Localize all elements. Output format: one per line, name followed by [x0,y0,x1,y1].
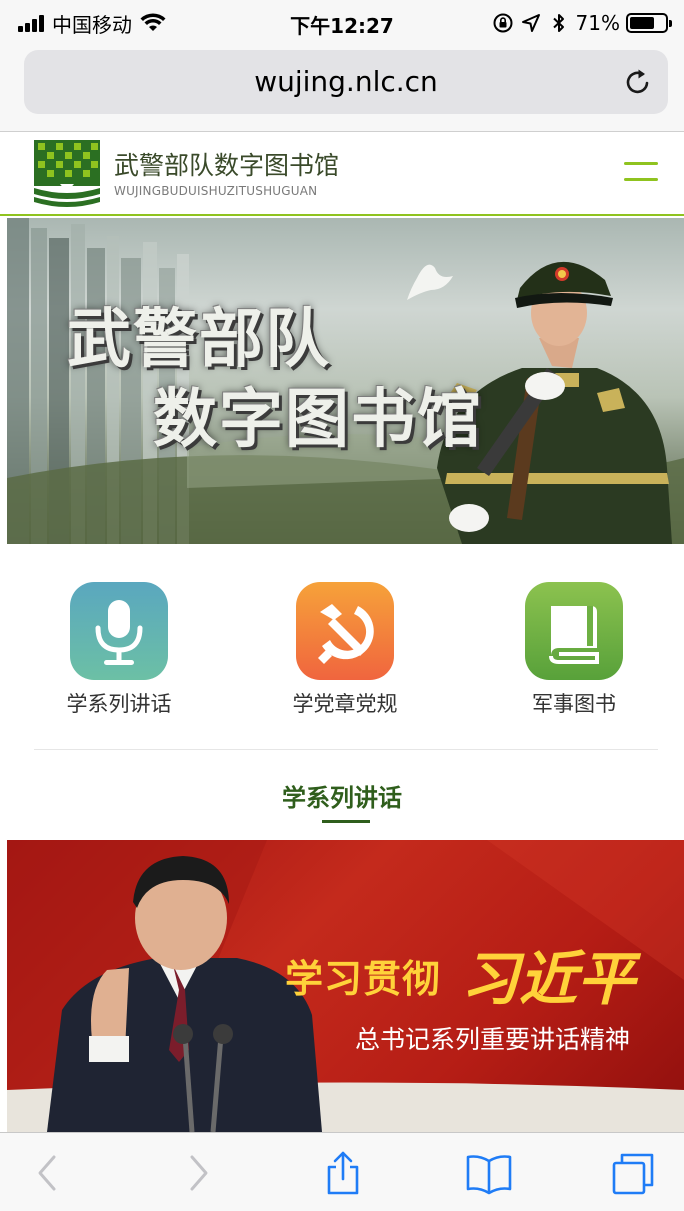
quick-nav-label: 军事图书 [532,692,616,716]
location-icon [521,14,540,32]
bluetooth-icon [552,14,564,32]
tabs-icon[interactable] [608,1151,658,1195]
browser-address-area: wujing.nlc.cn [0,46,684,132]
microphone-icon[interactable] [70,582,168,680]
section-title: 学系列讲话 [282,784,402,812]
feature-line2: 总书记系列重要讲话精神 [355,1025,631,1054]
hero-title-line1: 武警部队 [67,303,331,377]
hamburger-menu-icon[interactable] [624,162,658,184]
quick-nav-military-books[interactable]: 军事图书 [479,578,669,728]
feature-name: 习近平 [461,945,636,1013]
library-logo-icon[interactable] [34,140,100,208]
status-bar: 中国移动 下午12:27 71% [0,0,684,46]
reload-icon[interactable] [622,66,654,98]
hammer-sickle-icon[interactable] [296,582,394,680]
battery-icon [626,13,672,33]
divider [34,749,658,750]
site-title: 武警部队数字图书馆 [114,151,340,180]
rotation-lock-icon [493,13,513,33]
share-icon[interactable] [318,1151,368,1195]
address-bar[interactable]: wujing.nlc.cn [24,50,668,114]
back-icon[interactable] [24,1151,74,1195]
feature-banner[interactable]: 学习贯彻 习近平 总书记系列重要讲话精神 [7,840,684,1132]
battery-percentage: 71% [575,11,620,35]
browser-toolbar [0,1132,684,1211]
bookmarks-icon[interactable] [464,1151,514,1195]
quick-nav-label: 学党章党规 [292,692,398,716]
quick-nav-speeches[interactable]: 学系列讲话 [24,578,214,728]
section-title-underline [322,820,370,823]
hero-title-line2: 数字图书馆 [153,383,483,457]
book-icon[interactable] [525,582,623,680]
quick-nav-label: 学系列讲话 [66,692,172,716]
url-text[interactable]: wujing.nlc.cn [24,50,668,114]
status-right: 71% [492,10,672,36]
quick-nav: 学系列讲话 学党章党规 军事图书 [0,578,684,728]
site-header: 武警部队数字图书馆 WUJINGBUDUISHUZITUSHUGUAN [0,132,684,216]
hero-banner[interactable]: 武警部队 数字图书馆 [7,218,684,544]
battery-fill [630,17,654,29]
forward-icon[interactable] [172,1151,222,1195]
site-subtitle: WUJINGBUDUISHUZITUSHUGUAN [114,184,318,198]
feature-line1: 学习贯彻 [285,957,442,1001]
quick-nav-party-rules[interactable]: 学党章党规 [250,578,440,728]
